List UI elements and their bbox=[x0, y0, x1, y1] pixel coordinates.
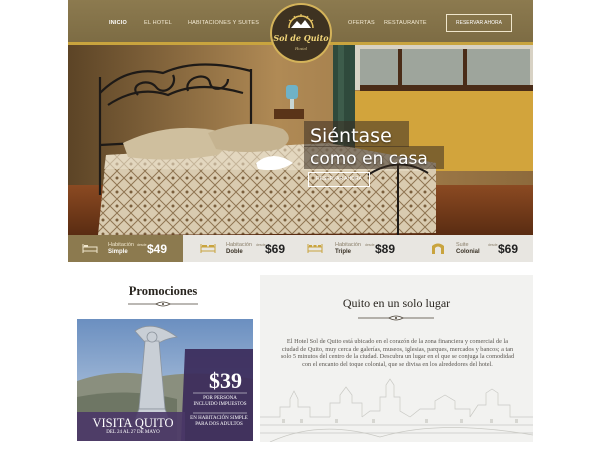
rate-kind: Suite bbox=[456, 242, 469, 248]
rate-from: desde bbox=[365, 243, 375, 247]
city-skyline-illustration bbox=[260, 378, 533, 442]
reserve-now-button[interactable]: RESERVAR AHORA bbox=[446, 14, 512, 32]
hero-subtitle: como en casa bbox=[310, 149, 428, 169]
rate-kind: Habitación bbox=[108, 242, 134, 248]
rate-price: $69 bbox=[498, 242, 519, 256]
hero-banner: Siéntase como en casa RESERVAR AHORA bbox=[68, 45, 533, 235]
promo-price: $39 bbox=[209, 368, 242, 393]
rate-price: $49 bbox=[147, 242, 168, 256]
quito-title: Quito en un solo lugar bbox=[342, 296, 451, 310]
hero-subtitle-emphasis: en casa bbox=[362, 149, 428, 169]
promo-room-note: EN HABITACIÓN SIMPLE PARA DOS ADULTOS bbox=[190, 416, 248, 427]
rate-from: desde bbox=[488, 243, 498, 247]
hero-reserve-button[interactable]: RESERVAR AHORA bbox=[308, 172, 370, 187]
rate-triple[interactable]: Habitación Triple desde $89 bbox=[301, 235, 416, 262]
ornament-divider-icon bbox=[128, 301, 198, 307]
rate-name: Triple bbox=[335, 249, 352, 255]
rate-colonial[interactable]: Suite Colonial desde $69 bbox=[416, 235, 533, 262]
promo-name: VISITA QUITO bbox=[92, 416, 174, 430]
rate-price: $89 bbox=[375, 242, 396, 256]
quito-description: El Hotel Sol de Quito está ubicado en el… bbox=[280, 338, 515, 368]
bed-single-icon bbox=[82, 244, 98, 253]
nav-item-habitaciones[interactable]: HABITACIONES Y SUITES bbox=[188, 20, 259, 26]
nav-item-ofertas[interactable]: OFERTAS bbox=[348, 20, 375, 26]
promo-card[interactable]: $39 POR PERSONA INCLUIDO IMPUESTOS EN HA… bbox=[77, 319, 253, 441]
promo-dates: DEL 24 AL 27 DE MAYO bbox=[106, 430, 160, 435]
nav-item-inicio[interactable]: INICIO bbox=[109, 20, 127, 26]
rate-name: Doble bbox=[226, 249, 243, 255]
rate-simple[interactable]: Habitación Simple desde $49 bbox=[68, 235, 183, 262]
logo-subtitle: Hostal bbox=[294, 46, 307, 51]
rate-name: Colonial bbox=[456, 249, 480, 255]
hero-subtitle-pre: como bbox=[310, 149, 357, 169]
hero-title: Siéntase bbox=[310, 125, 392, 147]
nav-item-el-hotel[interactable]: EL HOTEL bbox=[144, 20, 172, 26]
rate-doble[interactable]: Habitación Doble desde $69 bbox=[186, 235, 301, 262]
rates-bar: Habitación Simple desde $49 Habitación D… bbox=[68, 235, 533, 262]
rate-price: $69 bbox=[265, 242, 286, 256]
hotel-logo[interactable]: Sol de Quito Hostal bbox=[270, 3, 332, 63]
promos-title: Promociones bbox=[128, 284, 198, 298]
promo-price-note: POR PERSONA INCLUIDO IMPUESTOS bbox=[193, 396, 247, 407]
site: INICIO EL HOTEL HABITACIONES Y SUITES OF… bbox=[68, 0, 533, 450]
rate-name: Simple bbox=[108, 249, 128, 255]
quito-panel: Quito en un solo lugar El Hotel Sol de Q… bbox=[260, 275, 533, 442]
ornament-divider-icon bbox=[358, 315, 434, 321]
nav-item-restaurante[interactable]: RESTAURANTE bbox=[384, 20, 427, 26]
logo-title: Sol de Quito bbox=[273, 33, 329, 43]
rate-kind: Habitación bbox=[335, 242, 361, 248]
bed-double-icon bbox=[200, 244, 216, 253]
rate-from: desde bbox=[137, 243, 147, 247]
hero-bedroom-image bbox=[68, 45, 533, 235]
rate-kind: Habitación bbox=[226, 242, 252, 248]
arch-icon bbox=[432, 243, 444, 254]
sun-mountain-icon bbox=[288, 14, 314, 29]
bed-triple-icon bbox=[307, 244, 323, 253]
